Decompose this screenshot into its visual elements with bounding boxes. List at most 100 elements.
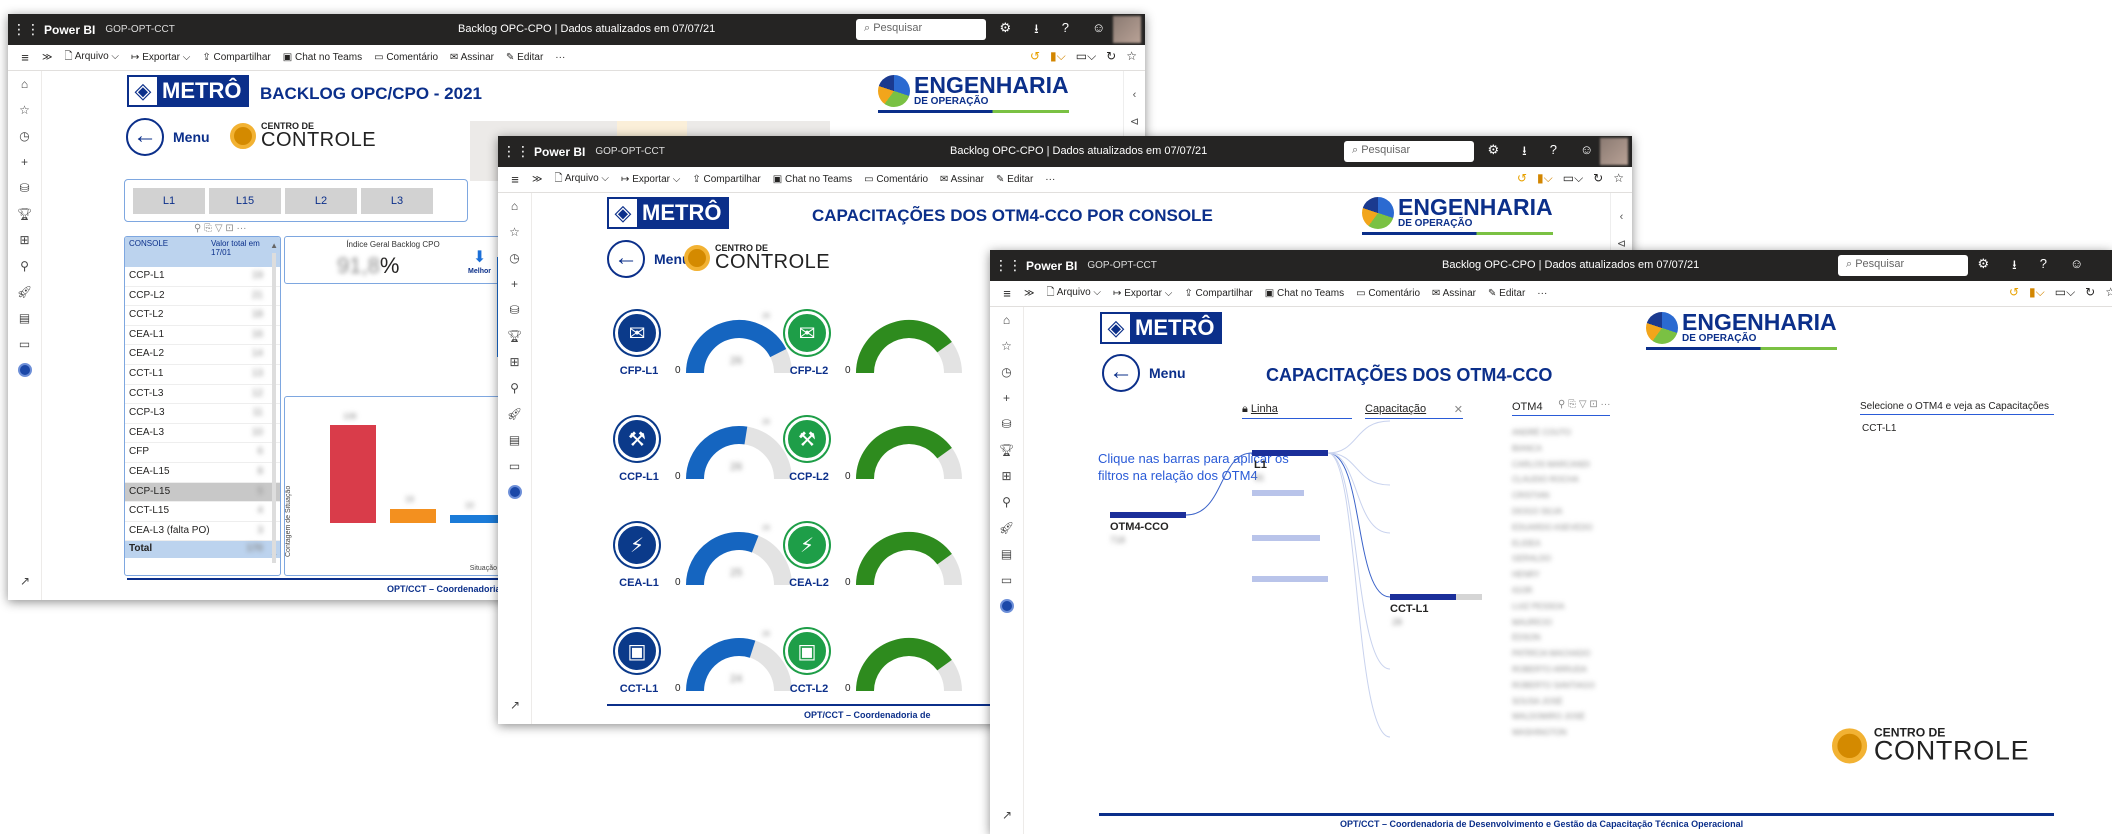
visual-header-icons[interactable]: ⚲ ⎘ ▽ ⊡ ··· bbox=[194, 223, 247, 234]
workspaces-icon[interactable]: ▤ bbox=[498, 427, 531, 453]
recent-icon[interactable]: ◷ bbox=[990, 359, 1023, 385]
workspace-icon[interactable] bbox=[17, 363, 32, 377]
help-icon[interactable]: ? bbox=[1062, 20, 1069, 42]
monitor-icon[interactable]: ▭ bbox=[8, 331, 41, 357]
scroll-up-icon[interactable]: ▲ bbox=[270, 241, 278, 250]
monitor-icon[interactable]: ▭ bbox=[498, 453, 531, 479]
gear-icon[interactable]: ⚙ bbox=[1000, 20, 1012, 42]
apps-icon[interactable]: ⊞ bbox=[990, 463, 1023, 489]
hamburger-icon[interactable]: ≡ bbox=[498, 172, 532, 187]
export-menu[interactable]: ↦ Exportar ⌵ bbox=[621, 174, 680, 185]
view-icon[interactable]: ▭⌵ bbox=[1076, 49, 1096, 64]
edit-button[interactable]: ✎ Editar bbox=[996, 174, 1033, 185]
more-button[interactable]: ··· bbox=[555, 52, 565, 63]
learn-icon[interactable]: 🚀︎ bbox=[990, 515, 1023, 541]
file-menu[interactable]: 🗋 Arquivo ⌵ bbox=[1046, 285, 1101, 302]
help-icon[interactable]: ? bbox=[1550, 142, 1557, 164]
download-icon[interactable]: ⭳ bbox=[1034, 20, 1039, 42]
favorite-icon[interactable]: ☆ bbox=[2105, 285, 2112, 300]
menu-button[interactable]: ← Menu bbox=[126, 118, 210, 156]
export-menu[interactable]: ↦ Exportar ⌵ bbox=[1113, 288, 1172, 299]
table-scrollbar[interactable] bbox=[272, 253, 276, 563]
data-icon[interactable]: ⛁ bbox=[8, 175, 41, 201]
expand-icon[interactable]: ≫ bbox=[42, 52, 52, 63]
view-icon[interactable]: ▭⌵ bbox=[2055, 285, 2075, 300]
app-launcher-icon[interactable]: ⋮⋮ bbox=[498, 143, 534, 160]
avatar[interactable] bbox=[1113, 16, 1141, 43]
bookmark-icon[interactable]: ▮⌵ bbox=[2029, 285, 2045, 300]
star-icon[interactable]: ☆ bbox=[8, 97, 41, 123]
home-icon[interactable]: ⌂ bbox=[990, 307, 1023, 333]
smile-icon[interactable]: ☺ bbox=[1092, 20, 1105, 42]
file-menu[interactable]: 🗋 Arquivo ⌵ bbox=[64, 49, 119, 66]
workspaces-icon[interactable]: ▤ bbox=[8, 305, 41, 331]
expand-icon[interactable]: ≫ bbox=[532, 174, 542, 185]
workspace-label[interactable]: GOP-OPT-CCT bbox=[595, 146, 664, 157]
app-launcher-icon[interactable]: ⋮⋮ bbox=[8, 21, 44, 38]
more-button[interactable]: ··· bbox=[1045, 174, 1055, 185]
table-row[interactable]: CEA-L15 8 bbox=[125, 463, 280, 483]
teams-button[interactable]: ▣ Chat no Teams bbox=[283, 52, 362, 63]
root-bar[interactable] bbox=[1110, 512, 1186, 518]
bookmark-icon[interactable]: ▮⌵ bbox=[1050, 49, 1066, 64]
bar-1[interactable] bbox=[330, 425, 376, 523]
goals-icon[interactable]: 🏆︎ bbox=[8, 201, 41, 227]
hamburger-icon[interactable]: ≡ bbox=[8, 50, 42, 65]
gauge-cct-l2[interactable]: ▣ CCT-L2 0 bbox=[782, 621, 962, 721]
more-button[interactable]: ··· bbox=[1537, 288, 1547, 299]
table-row[interactable]: CCP-L2 21 bbox=[125, 287, 280, 307]
table-row[interactable]: CFP 6 bbox=[125, 443, 280, 463]
comment-button[interactable]: ▭ Comentário bbox=[374, 52, 438, 63]
share-button[interactable]: ⇪ Compartilhar bbox=[692, 174, 760, 185]
gauge-cfp-l1[interactable]: ✉ CFP-L1 0 26 28 bbox=[612, 303, 792, 403]
bell-icon[interactable]: 🔔︎ bbox=[960, 20, 977, 42]
undo-icon[interactable]: ↺ bbox=[1517, 171, 1527, 186]
line-button-l3[interactable]: L3 bbox=[361, 187, 433, 214]
bar-2[interactable] bbox=[390, 509, 436, 523]
hamburger-icon[interactable]: ≡ bbox=[990, 286, 1024, 301]
filter-rail-icon[interactable]: ⊲ bbox=[1611, 237, 1632, 250]
workspace-label[interactable]: GOP-OPT-CCT bbox=[105, 24, 174, 35]
apps-icon[interactable]: ⊞ bbox=[8, 227, 41, 253]
gauge-ccp-l2[interactable]: ⚒ CCP-L2 0 bbox=[782, 409, 962, 509]
share-button[interactable]: ⇪ Compartilhar bbox=[202, 52, 270, 63]
chevron-left-icon[interactable]: ‹ bbox=[1124, 89, 1145, 101]
create-icon[interactable]: + bbox=[498, 271, 531, 297]
table-row[interactable]: CCP-L1 19 bbox=[125, 267, 280, 287]
share-icon[interactable]: ⚲ bbox=[498, 375, 531, 401]
bookmark-icon[interactable]: ▮⌵ bbox=[1537, 171, 1553, 186]
table-row[interactable]: CCT-L1 13 bbox=[125, 365, 280, 385]
teams-button[interactable]: ▣ Chat no Teams bbox=[1265, 288, 1344, 299]
comment-button[interactable]: ▭ Comentário bbox=[864, 174, 928, 185]
refresh-icon[interactable]: ↻ bbox=[2085, 285, 2095, 300]
file-menu[interactable]: 🗋 Arquivo ⌵ bbox=[554, 171, 609, 188]
line-button-l2[interactable]: L2 bbox=[285, 187, 357, 214]
workspaces-icon[interactable]: ▤ bbox=[990, 541, 1023, 567]
gauge-cea-l2[interactable]: ⚡ CEA-L2 0 bbox=[782, 515, 962, 615]
create-icon[interactable]: + bbox=[8, 149, 41, 175]
refresh-icon[interactable]: ↻ bbox=[1593, 171, 1603, 186]
gauge-ccp-l1[interactable]: ⚒ CCP-L1 0 26 28 bbox=[612, 409, 792, 509]
menu-button[interactable]: ← Menu bbox=[607, 240, 691, 278]
comment-button[interactable]: ▭ Comentário bbox=[1356, 288, 1420, 299]
undo-icon[interactable]: ↺ bbox=[1030, 49, 1040, 64]
l1-bar[interactable] bbox=[1252, 450, 1328, 456]
undo-icon[interactable]: ↺ bbox=[2009, 285, 2019, 300]
report-title[interactable]: Backlog OPC-CPO | Dados atualizados em 0… bbox=[950, 145, 1207, 157]
apps-icon[interactable]: ⊞ bbox=[498, 349, 531, 375]
star-icon[interactable]: ☆ bbox=[990, 333, 1023, 359]
cct-l1-bar[interactable] bbox=[1390, 594, 1456, 600]
workspace-icon[interactable] bbox=[507, 485, 522, 499]
collapse-icon[interactable]: ↗ bbox=[990, 802, 1024, 828]
data-icon[interactable]: ⛁ bbox=[990, 411, 1023, 437]
table-row[interactable]: CCT-L2 18 bbox=[125, 306, 280, 326]
table-row[interactable]: CEA-L3 10 bbox=[125, 424, 280, 444]
edit-button[interactable]: ✎ Editar bbox=[506, 52, 543, 63]
download-icon[interactable]: ⭳ bbox=[2012, 256, 2017, 278]
app-launcher-icon[interactable]: ⋮⋮ bbox=[990, 257, 1026, 274]
goals-icon[interactable]: 🏆︎ bbox=[498, 323, 531, 349]
table-row[interactable]: CEA-L1 16 bbox=[125, 326, 280, 346]
report-title[interactable]: Backlog OPC-CPO | Dados atualizados em 0… bbox=[458, 23, 715, 35]
bell-icon[interactable]: 🔔︎ bbox=[1448, 142, 1465, 164]
download-icon[interactable]: ⭳ bbox=[1522, 142, 1527, 164]
